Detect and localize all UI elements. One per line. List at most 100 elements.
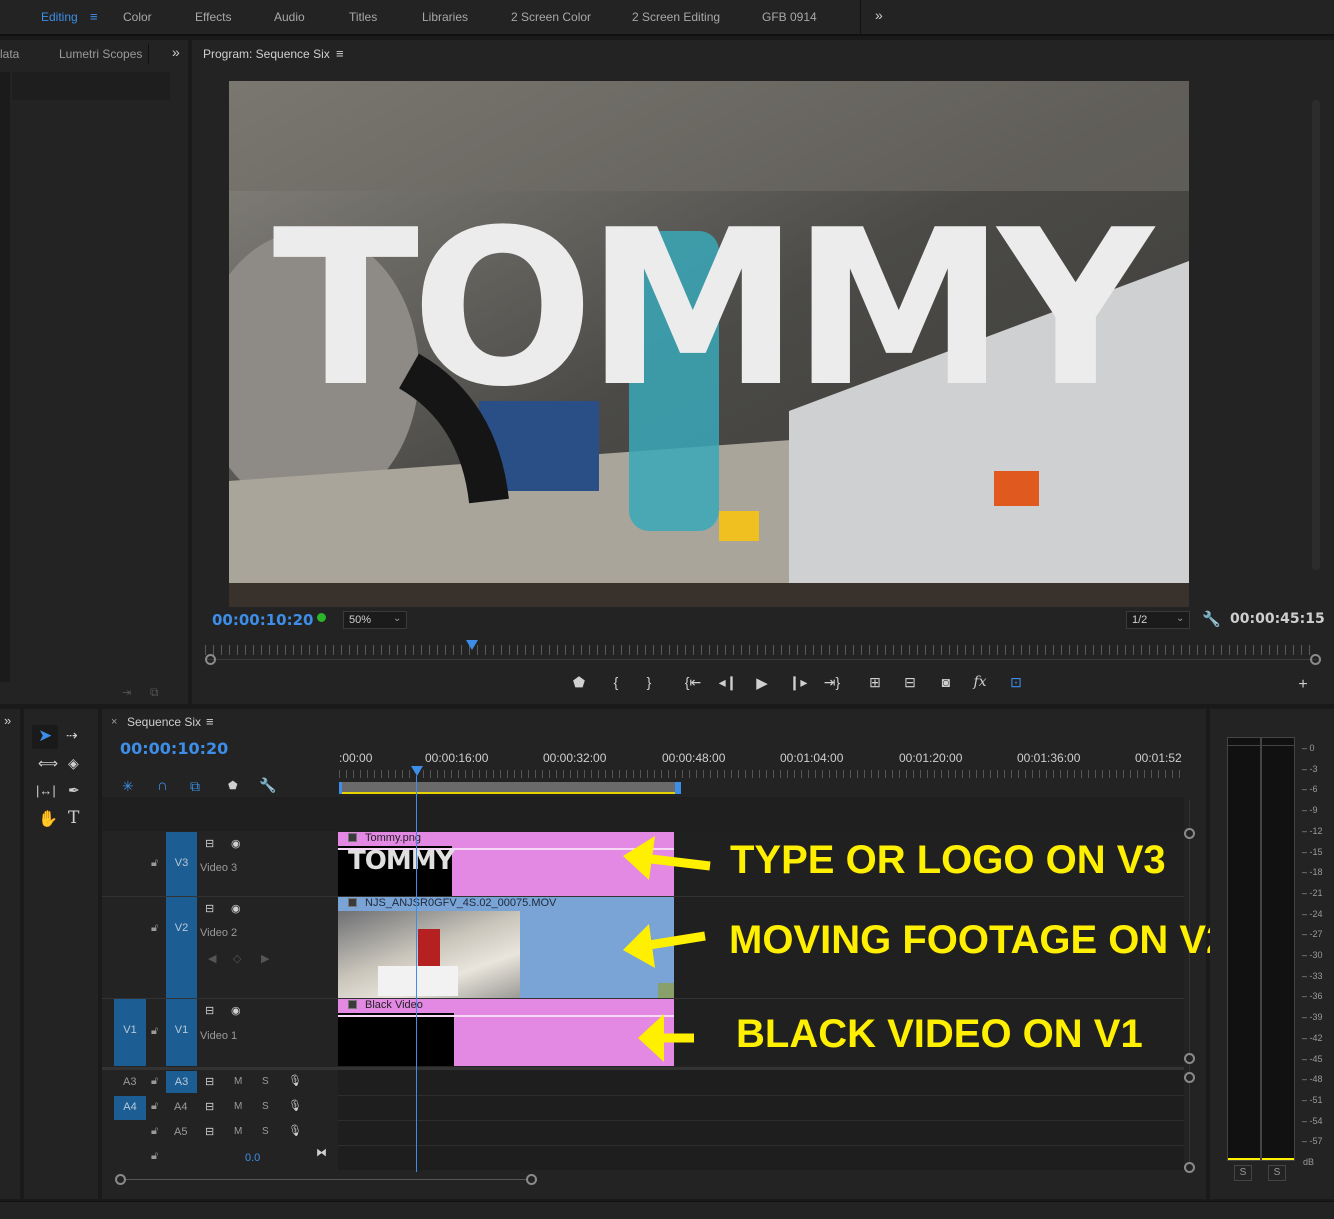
workspace-tab-2-screen-editing[interactable]: 2 Screen Editing — [632, 10, 720, 24]
solo-button[interactable]: S — [262, 1101, 269, 1112]
snap-icon[interactable]: ∩ — [157, 777, 168, 794]
eye-icon[interactable]: ◉ — [231, 902, 241, 915]
workspace-tab-2-screen-color[interactable]: 2 Screen Color — [511, 10, 591, 24]
timeline-settings-wrench-icon[interactable]: 🔧 — [259, 777, 276, 794]
mute-button[interactable]: M — [234, 1126, 242, 1137]
type-tool-icon[interactable]: T — [68, 808, 79, 828]
play-icon[interactable]: ▶ — [751, 674, 773, 692]
track-target-v1[interactable]: V1 — [166, 999, 197, 1066]
workspace-tab-editing[interactable]: Editing — [41, 10, 78, 24]
go-to-in-icon[interactable]: {⇤ — [682, 674, 704, 691]
extract-icon[interactable]: ⊟ — [899, 674, 921, 691]
mute-button[interactable]: M — [234, 1101, 242, 1112]
zoom-handle-right[interactable] — [1310, 654, 1321, 665]
eye-icon[interactable]: ◉ — [231, 837, 241, 850]
microphone-icon[interactable]: 🎙︎ — [288, 1099, 302, 1112]
overflow-chevron-icon[interactable]: » — [4, 713, 11, 728]
scrollbar[interactable] — [1312, 100, 1320, 570]
toggle-sync-lock-icon[interactable]: ⊟ — [205, 1004, 214, 1017]
close-icon[interactable]: × — [111, 716, 117, 728]
timeline-ruler-ticks[interactable] — [339, 770, 1184, 778]
playhead-timecode[interactable]: 00:00:10:20 — [212, 611, 314, 629]
solo-right-button[interactable]: S — [1268, 1165, 1286, 1181]
track-target-a3[interactable]: A3 — [166, 1071, 197, 1093]
timeline-timecode[interactable]: 00:00:10:20 — [120, 739, 228, 758]
toggle-sync-lock-icon[interactable]: ⊟ — [205, 902, 214, 915]
add-marker-icon[interactable]: ⬟ — [228, 779, 238, 792]
tab-lumetri-scopes[interactable]: Lumetri Scopes — [59, 47, 142, 61]
master-track-icon[interactable]: ⧓ — [316, 1146, 327, 1159]
add-keyframe-icon[interactable]: ◇ — [233, 952, 241, 965]
tab-metadata[interactable]: lata — [0, 47, 19, 61]
panel-menu-icon[interactable]: ≡ — [206, 714, 214, 729]
settings-icon[interactable]: ⧉ — [150, 685, 159, 700]
panel-menu-icon[interactable]: ≡ — [336, 46, 344, 61]
lock-icon[interactable]: 🔓︎ — [151, 1100, 158, 1113]
toggle-sync-lock-icon[interactable]: ⊟ — [205, 1075, 214, 1088]
workspace-tab-audio[interactable]: Audio — [274, 10, 305, 24]
lock-icon[interactable]: 🔓︎ — [151, 922, 158, 935]
horizontal-zoom-bar[interactable] — [120, 1179, 532, 1180]
hamburger-icon[interactable]: ≡ — [90, 9, 98, 24]
work-area-start-handle[interactable] — [339, 782, 342, 794]
track-select-tool-icon[interactable]: ⇢ — [66, 727, 78, 744]
microphone-icon[interactable]: 🎙︎ — [288, 1124, 302, 1137]
vertical-scrollbar[interactable] — [1189, 800, 1190, 1170]
timeline-playhead-head[interactable] — [411, 766, 423, 776]
mute-button[interactable]: M — [234, 1076, 242, 1087]
timeline-playhead-line[interactable] — [416, 776, 417, 1172]
zoom-handle-left[interactable] — [205, 654, 216, 665]
solo-button[interactable]: S — [262, 1076, 269, 1087]
source-patch-v1[interactable]: V1 — [114, 999, 146, 1066]
scroll-handle[interactable] — [1184, 1162, 1195, 1173]
workspace-tab-effects[interactable]: Effects — [195, 10, 231, 24]
eye-icon[interactable]: ◉ — [231, 1004, 241, 1017]
selection-tool-icon[interactable]: ➤ — [38, 726, 52, 746]
linked-selection-icon[interactable]: ⧉ — [190, 778, 200, 795]
clip-black-video[interactable]: Black Video — [338, 999, 674, 1066]
source-patch-a4[interactable]: A4 — [114, 1096, 146, 1120]
wrench-icon[interactable]: 🔧 — [1202, 610, 1221, 628]
track-target-v2[interactable]: V2 — [166, 897, 197, 998]
zoom-handle-right[interactable] — [526, 1174, 537, 1185]
overflow-chevron-icon[interactable]: » — [172, 44, 180, 60]
work-area-bar[interactable] — [339, 782, 679, 794]
master-volume-value[interactable]: 0.0 — [245, 1152, 260, 1164]
hand-tool-icon[interactable]: ✋ — [38, 809, 58, 829]
lock-icon[interactable]: 🔓︎ — [151, 857, 158, 870]
step-back-icon[interactable]: ◂❙ — [717, 674, 739, 691]
track-target-v3[interactable]: V3 — [166, 832, 197, 896]
microphone-icon[interactable]: 🎙︎ — [288, 1074, 302, 1087]
lock-icon[interactable]: 🔓︎ — [151, 1075, 158, 1088]
work-area-end-handle[interactable] — [675, 782, 681, 794]
prev-keyframe-icon[interactable]: ◀ — [208, 952, 216, 965]
track-label-a5[interactable]: A5 — [174, 1126, 187, 1138]
nest-toggle-icon[interactable]: ✳ — [122, 778, 134, 795]
lift-icon[interactable]: ⊞ — [864, 674, 886, 691]
source-patch-a3[interactable]: A3 — [123, 1076, 136, 1088]
timeline-sequence-tab[interactable]: Sequence Six — [127, 715, 201, 729]
track-label-a4[interactable]: A4 — [174, 1101, 187, 1113]
solo-button[interactable]: S — [262, 1126, 269, 1137]
solo-left-button[interactable]: S — [1234, 1165, 1252, 1181]
scroll-handle[interactable] — [1184, 1053, 1195, 1064]
zoom-handle-left[interactable] — [115, 1174, 126, 1185]
slip-tool-icon[interactable]: |↔| — [36, 783, 56, 798]
fx-icon[interactable]: fx — [969, 674, 991, 690]
resolution-select[interactable]: 1/2 ⌄ — [1126, 611, 1190, 629]
export-frame-icon[interactable]: ⇥ — [122, 686, 131, 699]
workspace-tab-libraries[interactable]: Libraries — [422, 10, 468, 24]
mark-out-icon[interactable]: } — [638, 674, 660, 690]
zoom-scrollbar[interactable] — [205, 659, 1317, 660]
scroll-handle[interactable] — [1184, 828, 1195, 839]
scroll-handle[interactable] — [1184, 1072, 1195, 1083]
monitor-playhead[interactable] — [465, 640, 478, 650]
go-to-out-icon[interactable]: ⇥} — [821, 674, 843, 691]
program-monitor-title[interactable]: Program: Sequence Six — [203, 47, 330, 61]
lock-icon[interactable]: 🔓︎ — [151, 1125, 158, 1138]
lock-icon[interactable]: 🔓︎ — [151, 1025, 158, 1038]
toggle-sync-lock-icon[interactable]: ⊟ — [205, 1100, 214, 1113]
overflow-chevron-icon[interactable]: » — [875, 7, 883, 23]
lock-icon[interactable]: 🔓︎ — [151, 1150, 158, 1163]
add-button-icon[interactable]: + — [1292, 676, 1314, 694]
